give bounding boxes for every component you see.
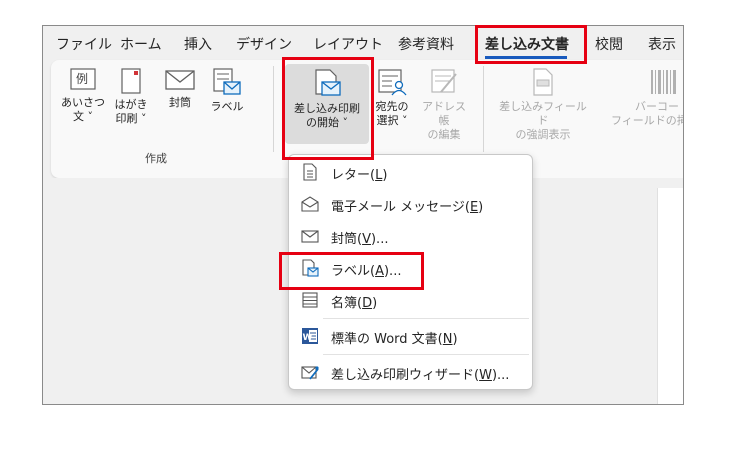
postcard-label-1: はがき: [114, 98, 148, 111]
labels-icon: [213, 68, 241, 95]
svg-text:W: W: [303, 333, 313, 343]
highlight-fields-icon: [533, 68, 553, 96]
barcode-icon: [651, 70, 676, 94]
group-separator: [273, 66, 274, 152]
greeting-icon-char: 例: [76, 72, 89, 86]
normal-document-key: N: [442, 332, 453, 347]
highlight-merge-fields-button[interactable]: 差し込みフィールド の強調表示: [495, 68, 591, 142]
highlight-start-mail-merge: [282, 57, 374, 160]
directory-tail: ): [372, 296, 378, 311]
greeting-button[interactable]: 例 あいさつ 文 ˅: [61, 68, 105, 124]
letters-tail: ): [382, 168, 388, 183]
email-key: E: [469, 200, 479, 215]
select-recipients-label-2: 選択 ˅: [376, 114, 408, 127]
menu-item-letters[interactable]: レター(L): [289, 157, 532, 187]
tab-references[interactable]: 参考資料: [398, 34, 454, 54]
directory-key: D: [362, 296, 373, 311]
group-separator: [483, 66, 484, 152]
envelopes-label: 封筒: [169, 96, 191, 109]
envelopes-button[interactable]: 封筒: [161, 68, 199, 110]
menu-item-normal-word-document[interactable]: W 標準の Word 文書(N): [289, 321, 532, 351]
tab-design[interactable]: デザイン: [236, 34, 292, 54]
edit-recipient-list-button[interactable]: アドレス帳 の編集: [417, 68, 471, 142]
create-group-label: 作成: [145, 152, 167, 165]
barcode-field-label-1: バーコー: [635, 100, 679, 113]
envelope-icon: [165, 70, 195, 90]
document-page[interactable]: [657, 188, 683, 404]
normal-document-label: 標準の Word 文書(: [331, 332, 443, 347]
greeting-label-2: 文 ˅: [73, 110, 93, 123]
envelopes-key: V: [362, 232, 371, 247]
highlight-labels-item: [279, 252, 424, 290]
letter-icon: [303, 163, 317, 181]
envelopes-tail: )...: [370, 232, 389, 247]
tab-insert[interactable]: 挿入: [184, 34, 212, 54]
normal-document-tail: ): [452, 332, 458, 347]
barcode-field-label-2: フィールドの挿: [611, 114, 684, 127]
envelopes-label: 封筒(: [331, 232, 363, 247]
postcard-button[interactable]: はがき 印刷 ˅: [111, 68, 151, 126]
postcard-label-2: 印刷 ˅: [115, 112, 147, 125]
menu-item-email[interactable]: 電子メール メッセージ(E): [289, 189, 532, 219]
wizard-tail: )...: [491, 368, 510, 383]
edit-recipient-list-label-1: アドレス帳: [422, 100, 466, 127]
envelope-icon: [301, 230, 319, 243]
word-document-icon: W: [302, 328, 318, 344]
menu-item-wizard[interactable]: 差し込み印刷ウィザード(W)...: [289, 357, 532, 387]
labels-button[interactable]: ラベル: [207, 68, 247, 114]
highlight-mailings-tab: [475, 25, 587, 64]
tab-layout[interactable]: レイアウト: [313, 34, 383, 54]
wizard-key: W: [479, 368, 492, 383]
menu-item-envelopes[interactable]: 封筒(V)...: [289, 221, 532, 251]
postcard-icon: [121, 68, 141, 94]
letters-label: レター(: [331, 168, 376, 183]
email-label: 電子メール メッセージ(: [331, 200, 470, 215]
select-recipients-icon: [378, 69, 407, 96]
highlight-merge-fields-label-2: の強調表示: [515, 128, 571, 141]
select-recipients-button[interactable]: 宛先の 選択 ˅: [371, 68, 413, 128]
highlight-merge-fields-label-1: 差し込みフィールド: [499, 100, 587, 127]
wizard-icon: [301, 366, 319, 380]
tab-view[interactable]: 表示: [648, 34, 676, 54]
tab-review[interactable]: 校閲: [595, 34, 623, 54]
labels-label: ラベル: [210, 100, 244, 113]
menu-separator: [323, 354, 529, 355]
email-icon: [301, 196, 319, 212]
email-tail: ): [478, 200, 484, 215]
directory-icon: [302, 292, 318, 308]
greeting-label-1: あいさつ: [61, 96, 105, 109]
directory-label: 名簿(: [331, 296, 363, 311]
menu-separator: [323, 318, 529, 319]
ribbon-tab-bar: ファイル ホーム 挿入 デザイン レイアウト 参考資料 差し込み文書 校閲 表示: [43, 26, 683, 60]
barcode-field-button[interactable]: バーコー フィールドの挿: [611, 68, 684, 128]
tab-file[interactable]: ファイル: [56, 34, 112, 54]
wizard-label: 差し込み印刷ウィザード(: [331, 368, 480, 383]
edit-list-icon: [431, 69, 457, 93]
select-recipients-label-1: 宛先の: [375, 100, 409, 113]
edit-recipient-list-label-2: の編集: [427, 128, 461, 141]
tab-home[interactable]: ホーム: [120, 34, 162, 54]
